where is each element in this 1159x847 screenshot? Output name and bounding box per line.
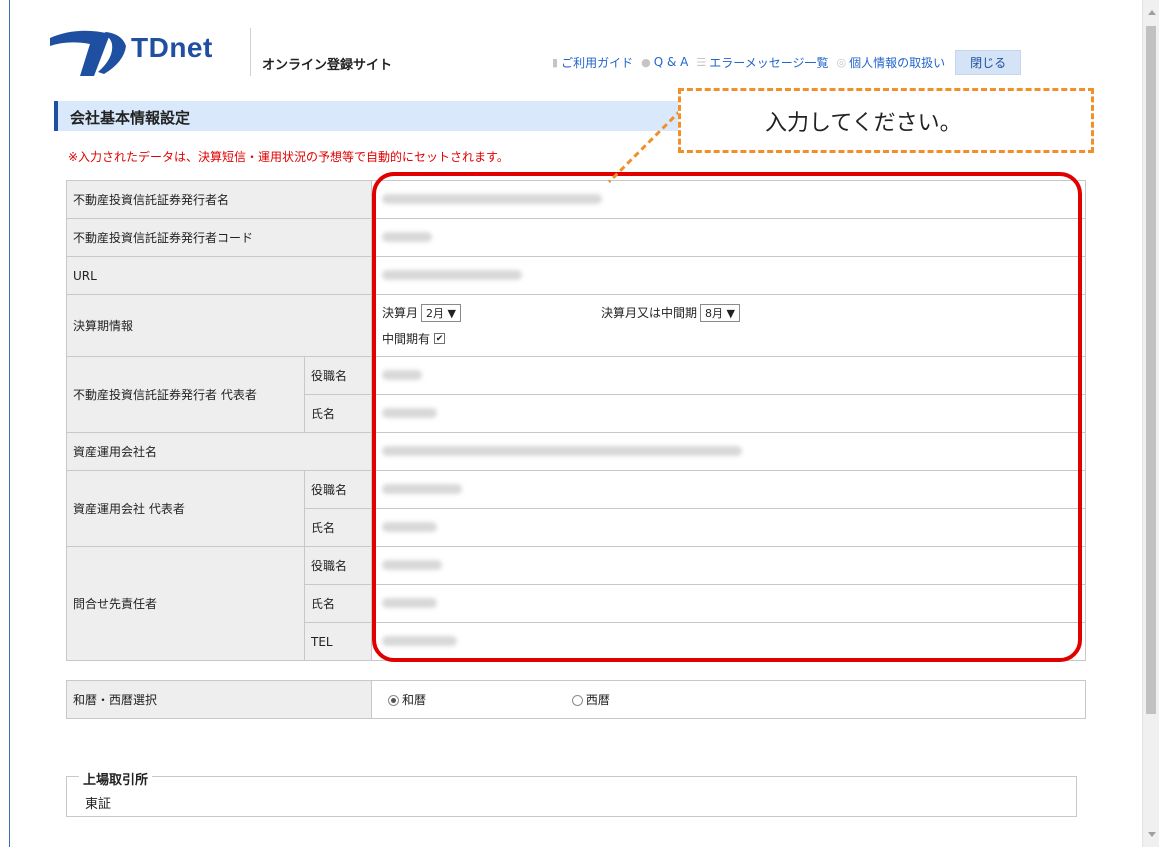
asset-mgr-rep-name-label: 氏名 [304, 508, 372, 547]
vertical-scrollbar[interactable] [1142, 0, 1159, 847]
table-row: 和暦・西暦選択 和暦 西暦 [66, 680, 1086, 719]
nav-qa-link[interactable]: ● Q & A [641, 55, 688, 69]
list-icon: ☰ [696, 55, 707, 69]
fiscal-month-value: 2月 [426, 306, 445, 320]
nav-errors-label: エラーメッセージ一覧 [709, 55, 829, 70]
contact-tel-field[interactable] [371, 622, 1086, 661]
table-row: 資産運用会社名 [66, 432, 1086, 471]
asset-mgr-rep-title-label: 役職名 [304, 470, 372, 509]
era-western-label: 西暦 [585, 693, 610, 707]
notice-text: ※入力されたデータは、決算短信・運用状況の予想等で自動的にセットされます。 [68, 150, 509, 164]
blurred-value [382, 407, 437, 418]
issuer-rep-title-label: 役職名 [304, 356, 372, 395]
table-row: 不動産投資信託証券発行者 代表者 役職名 [66, 356, 1086, 433]
listed-exchange-value: 東証 [85, 797, 112, 812]
table-row: 不動産投資信託証券発行者コード [66, 218, 1086, 257]
contact-name-field[interactable] [371, 584, 1086, 623]
nav-guide-label: ご利用ガイド [561, 55, 634, 70]
url-field[interactable] [371, 256, 1086, 295]
blurred-value [382, 521, 437, 532]
issuer-code-label: 不動産投資信託証券発行者コード [66, 218, 372, 257]
issuer-rep-name-field[interactable] [371, 394, 1086, 433]
table-row: 問合せ先責任者 役職名 [66, 546, 1086, 661]
asset-mgr-field[interactable] [371, 432, 1086, 471]
blurred-value [382, 445, 742, 456]
contact-title-label: 役職名 [304, 546, 372, 585]
interim-checkbox[interactable]: ✔ [434, 333, 446, 344]
interim-month-select[interactable]: 8月 ▼ [700, 303, 740, 322]
blurred-value [382, 559, 442, 570]
fiscal-month-label: 決算月 [382, 306, 419, 320]
url-label: URL [66, 256, 372, 295]
era-options-cell: 和暦 西暦 [371, 680, 1086, 719]
blurred-value [382, 597, 437, 608]
era-selection-table: 和暦・西暦選択 和暦 西暦 [66, 680, 1086, 719]
target-icon: ◎ [836, 55, 847, 69]
era-japanese-radio[interactable] [388, 695, 399, 706]
issuer-code-field[interactable] [371, 218, 1086, 257]
interim-month-value: 8月 [705, 306, 723, 320]
issuer-rep-name-label: 氏名 [304, 394, 372, 433]
tdnet-logo: TDnet [48, 28, 212, 78]
window-frame-left [9, 0, 10, 847]
asset-mgr-label: 資産運用会社名 [66, 432, 372, 471]
interim-check-label: 中間期有 [382, 332, 431, 346]
scroll-up-arrow-icon[interactable] [1148, 10, 1156, 15]
blurred-value [382, 483, 462, 494]
chevron-down-icon: ▼ [726, 306, 735, 320]
close-button[interactable]: 閉じる [955, 49, 1022, 75]
asset-mgr-rep-name-field[interactable] [371, 508, 1086, 547]
blurred-value [382, 193, 602, 204]
issuer-name-label: 不動産投資信託証券発行者名 [66, 180, 372, 219]
contact-title-field[interactable] [371, 546, 1086, 585]
chevron-down-icon: ▼ [447, 306, 456, 320]
nav-privacy-label: 個人情報の取扱い [849, 55, 946, 70]
blurred-value [382, 635, 457, 646]
header-divider [250, 28, 251, 76]
blurred-value [382, 269, 522, 280]
blurred-value [382, 369, 422, 380]
interim-month-label: 決算月又は中間期 [600, 306, 697, 320]
issuer-rep-title-field[interactable] [371, 356, 1086, 395]
company-info-table: 不動産投資信託証券発行者名 不動産投資信託証券発行者コード URL 決算期情報 … [66, 180, 1086, 661]
nav-privacy-link[interactable]: ◎ 個人情報の取扱い [836, 54, 945, 71]
contact-tel-label: TEL [304, 622, 372, 661]
callout-connector-line [607, 108, 683, 184]
nav-errors-link[interactable]: ☰ エラーメッセージ一覧 [696, 54, 828, 71]
tdnet-logo-mark-icon [50, 30, 126, 76]
instruction-callout: 入力してください。 [678, 88, 1094, 153]
fiscal-month-select[interactable]: 2月 ▼ [421, 303, 461, 322]
book-icon: ▮ [552, 55, 559, 69]
fiscal-info-label: 決算期情報 [66, 294, 372, 357]
asset-mgr-rep-title-field[interactable] [371, 470, 1086, 509]
site-title: オンライン登録サイト [262, 58, 393, 73]
blurred-value [382, 231, 432, 242]
era-japanese-option[interactable]: 和暦 [388, 691, 568, 708]
nav-qa-label: Q & A [653, 55, 689, 69]
listed-exchange-fieldset: 上場取引所 東証 [66, 769, 1077, 817]
table-row: URL [66, 256, 1086, 295]
speech-bubble-icon: ● [641, 55, 651, 69]
callout-text: 入力してください。 [765, 111, 962, 136]
fiscal-info-cell: 決算月 2月 ▼ 決算月又は中間期 8月 ▼ 中間期有 ✔ [371, 294, 1086, 357]
contact-name-label: 氏名 [304, 584, 372, 623]
table-row: 資産運用会社 代表者 役職名 [66, 470, 1086, 547]
top-nav: ▮ ご利用ガイド ● Q & A ☰ エラーメッセージ一覧 ◎ 個人情報の取扱い… [552, 49, 1022, 75]
scroll-thumb[interactable] [1146, 26, 1156, 714]
era-selection-label: 和暦・西暦選択 [66, 680, 372, 719]
asset-mgr-rep-label: 資産運用会社 代表者 [66, 470, 305, 547]
era-western-radio[interactable] [571, 695, 583, 706]
issuer-rep-label: 不動産投資信託証券発行者 代表者 [66, 356, 305, 433]
listed-exchange-legend: 上場取引所 [79, 769, 153, 788]
logo-text: TDnet [131, 32, 213, 63]
section-title: 会社基本情報設定 [70, 109, 191, 127]
table-row: 不動産投資信託証券発行者名 [66, 180, 1086, 219]
era-western-option[interactable]: 西暦 [571, 693, 610, 707]
issuer-name-field[interactable] [371, 180, 1086, 219]
contact-label: 問合せ先責任者 [66, 546, 305, 661]
table-row: 決算期情報 決算月 2月 ▼ 決算月又は中間期 8月 ▼ 中間期有 ✔ [66, 294, 1086, 357]
era-japanese-label: 和暦 [402, 693, 427, 707]
nav-guide-link[interactable]: ▮ ご利用ガイド [552, 54, 633, 71]
scroll-down-arrow-icon[interactable] [1148, 832, 1156, 837]
